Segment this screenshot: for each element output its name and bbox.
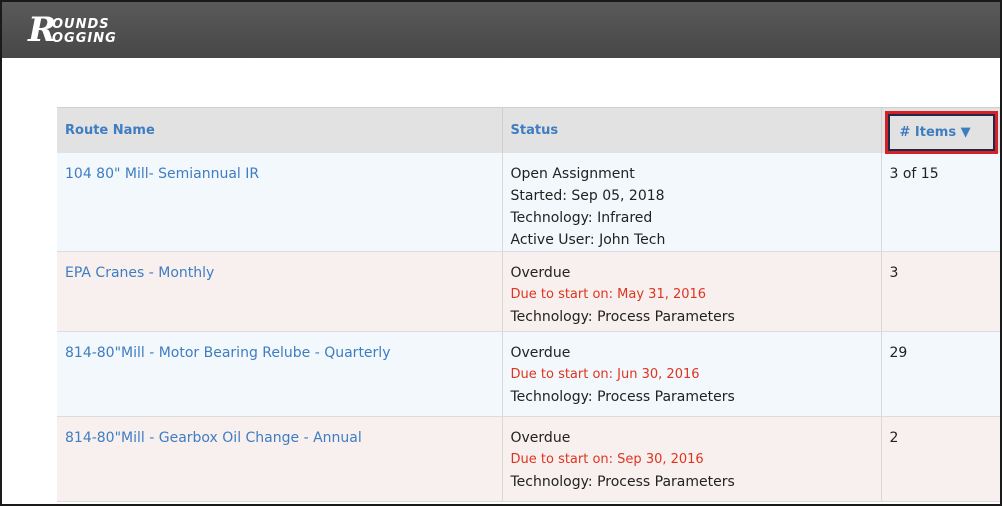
- status-cell: Open Assignment Started: Sep 05, 2018 Tech…: [502, 152, 882, 252]
- route-name-cell: 814-80"Mill - Gearbox Oil Change - Annua…: [57, 416, 503, 502]
- status-line: Technology: Infrared: [510, 209, 653, 226]
- items-count-cell: 3: [881, 251, 1000, 332]
- technology-line: Technology: Process Parameters: [510, 473, 735, 490]
- status-line: Overdue: [510, 429, 571, 446]
- technology-line: Technology: Process Parameters: [510, 308, 735, 325]
- items-header-label: # Items ▼: [899, 125, 971, 140]
- technology-line: Technology: Process Parameters: [510, 388, 735, 405]
- items-count-cell: 29: [881, 331, 1000, 417]
- app-frame: R OUNDS OGGING Route Name Status # Items…: [0, 0, 1002, 506]
- rounds-logging-logo[interactable]: R OUNDS OGGING: [26, 11, 136, 49]
- status-line: Overdue: [510, 264, 571, 281]
- route-link[interactable]: 814-80"Mill - Gearbox Oil Change - Annua…: [65, 430, 362, 446]
- status-cell: Overdue Due to start on: Jun 30, 2016 Tech…: [502, 331, 882, 417]
- items-sort-button[interactable]: # Items ▼: [884, 111, 998, 154]
- due-date-warning: Due to start on: Jun 30, 2016: [510, 366, 700, 382]
- status-header-label: Status: [510, 122, 559, 138]
- items-count-cell: 3 of 15: [881, 152, 1000, 252]
- route-name-header-label: Route Name: [65, 122, 155, 138]
- route-name-cell: 104 80" Mill- Semiannual IR: [57, 152, 503, 252]
- column-header-items: # Items ▼: [881, 107, 1000, 154]
- routes-table-body: 104 80" Mill- Semiannual IR Open Assignme…: [57, 152, 1000, 502]
- routes-table-container: Route Name Status # Items ▼ 104 80" Mill…: [57, 107, 1000, 502]
- column-header-route-name[interactable]: Route Name: [57, 107, 503, 153]
- route-name-cell: EPA Cranes - Monthly: [57, 251, 503, 332]
- table-row[interactable]: 814-80"Mill - Gearbox Oil Change - Annua…: [57, 416, 1000, 502]
- table-row[interactable]: 814-80"Mill - Motor Bearing Relube - Qua…: [57, 331, 1000, 417]
- due-date-warning: Due to start on: Sep 30, 2016: [510, 451, 704, 467]
- status-line: Overdue: [510, 344, 571, 361]
- route-link[interactable]: 814-80"Mill - Motor Bearing Relube - Qua…: [65, 345, 390, 361]
- column-header-status[interactable]: Status: [502, 107, 882, 153]
- status-line: Active User: John Tech: [510, 231, 666, 248]
- due-date-warning: Due to start on: May 31, 2016: [510, 286, 707, 302]
- routes-table: Route Name Status # Items ▼ 104 80" Mill…: [57, 107, 1000, 502]
- status-line: Started: Sep 05, 2018: [510, 187, 665, 204]
- route-name-cell: 814-80"Mill - Motor Bearing Relube - Qua…: [57, 331, 503, 417]
- route-link[interactable]: 104 80" Mill- Semiannual IR: [65, 166, 259, 182]
- items-count-cell: 2: [881, 416, 1000, 502]
- route-link[interactable]: EPA Cranes - Monthly: [65, 265, 214, 281]
- status-cell: Overdue Due to start on: Sep 30, 2016 Tech…: [502, 416, 882, 502]
- top-bar: R OUNDS OGGING: [2, 2, 1000, 58]
- table-row[interactable]: 104 80" Mill- Semiannual IR Open Assignme…: [57, 152, 1000, 252]
- table-row[interactable]: EPA Cranes - Monthly Overdue Due to start …: [57, 251, 1000, 332]
- svg-text:OGGING: OGGING: [52, 31, 117, 46]
- svg-text:OUNDS: OUNDS: [52, 17, 110, 32]
- status-line: Open Assignment: [510, 165, 635, 182]
- status-cell: Overdue Due to start on: May 31, 2016 Tech…: [502, 251, 882, 332]
